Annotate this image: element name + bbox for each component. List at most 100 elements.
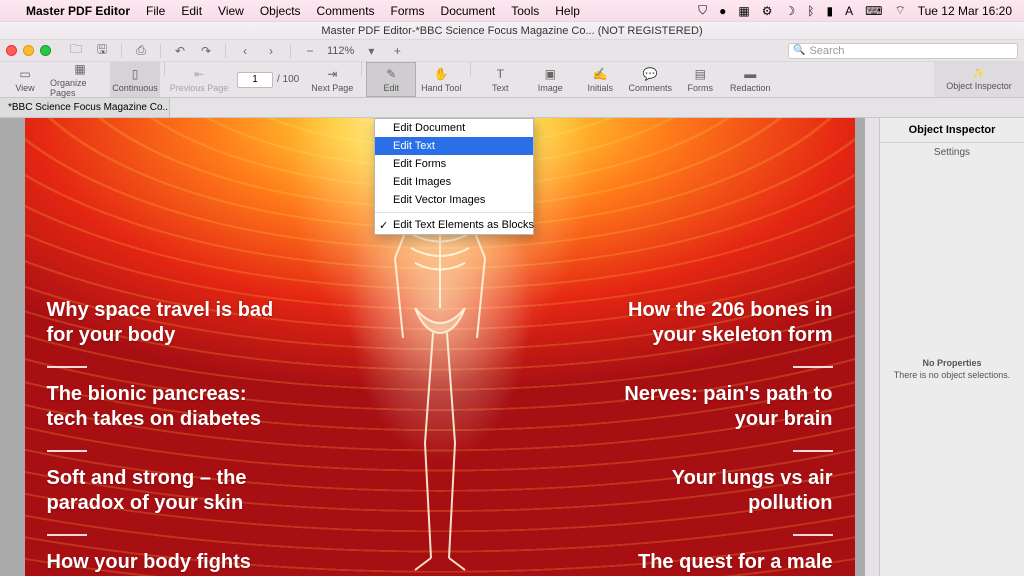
input-source-icon[interactable]: A <box>845 4 853 18</box>
zoom-out-icon[interactable]: − <box>299 42 321 60</box>
dropdown-item-edit-forms[interactable]: Edit Forms <box>375 155 533 173</box>
separator <box>160 44 161 58</box>
edit-dropdown-menu: Edit Document Edit Text Edit Forms Edit … <box>374 118 534 235</box>
prev-page-icon: ⇤ <box>194 67 204 81</box>
redaction-tool[interactable]: ▬Redaction <box>725 62 775 97</box>
redo-icon[interactable]: ↷ <box>195 42 217 60</box>
menu-file[interactable]: File <box>146 4 165 18</box>
edit-tool-dropdown[interactable]: ✎Edit <box>366 62 416 97</box>
divider <box>47 366 87 368</box>
page-total: / 100 <box>277 74 299 85</box>
image-tool[interactable]: ▣Image <box>525 62 575 97</box>
nav-forward-icon[interactable]: › <box>260 42 282 60</box>
menubar-clock[interactable]: Tue 12 Mar 16:20 <box>918 4 1012 18</box>
search-placeholder: Search <box>809 45 844 57</box>
mission-control-icon[interactable]: ▦ <box>738 4 749 18</box>
menu-comments[interactable]: Comments <box>317 4 375 18</box>
initials-icon: ✍ <box>593 67 608 81</box>
main-toolbar: ▭View ▦Organize Pages ▯Continuous ⇤Previ… <box>0 62 1024 98</box>
divider <box>47 534 87 536</box>
zoom-level[interactable]: 112% <box>327 45 354 57</box>
dropdown-item-edit-blocks-toggle[interactable]: ✓Edit Text Elements as Blocks <box>375 216 533 234</box>
comments-tool[interactable]: 💬Comments <box>625 62 675 97</box>
document-tab[interactable]: *BBC Science Focus Magazine Co... <box>0 98 170 117</box>
inspector-title: Object Inspector <box>880 118 1024 143</box>
app-name[interactable]: Master PDF Editor <box>26 4 130 18</box>
continuous-tool[interactable]: ▯Continuous <box>110 62 160 97</box>
separator <box>361 62 362 76</box>
divider <box>47 450 87 452</box>
menu-view[interactable]: View <box>218 4 244 18</box>
inspector-empty-line1: No Properties <box>922 358 981 368</box>
separator <box>470 62 471 76</box>
previous-page-tool[interactable]: ⇤Previous Page <box>169 62 229 97</box>
toggles-icon[interactable]: ⚙ <box>762 4 773 18</box>
record-icon[interactable]: ● <box>719 4 726 18</box>
battery-icon[interactable]: ▮ <box>826 4 833 18</box>
wand-icon: ✨ <box>973 68 984 79</box>
continuous-icon: ▯ <box>132 67 139 81</box>
check-icon: ✓ <box>379 219 388 232</box>
mac-menubar: Master PDF Editor File Edit View Objects… <box>0 0 1024 22</box>
search-input[interactable]: 🔍 Search <box>788 43 1018 59</box>
menu-forms[interactable]: Forms <box>391 4 425 18</box>
vertical-scrollbar[interactable] <box>865 118 879 576</box>
text-tool[interactable]: TText <box>475 62 525 97</box>
separator <box>121 44 122 58</box>
keyboard-icon[interactable]: ⌨ <box>865 4 882 18</box>
hand-tool[interactable]: ✋Hand Tool <box>416 62 466 97</box>
dropdown-item-edit-images[interactable]: Edit Images <box>375 173 533 191</box>
organize-pages-tool[interactable]: ▦Organize Pages <box>50 62 110 97</box>
minimize-window-button[interactable] <box>23 45 34 56</box>
separator <box>164 62 165 76</box>
quick-toolbar: 🗀 🖫 ⎙ ↶ ↷ ‹ › − 112% ▾ + 🔍 Search <box>0 40 1024 62</box>
moon-icon[interactable]: ☽ <box>785 4 796 18</box>
page-number-input[interactable] <box>237 72 273 88</box>
grid-icon: ▦ <box>74 62 85 76</box>
search-icon: 🔍 <box>793 45 805 56</box>
divider <box>793 534 833 536</box>
menu-objects[interactable]: Objects <box>260 4 301 18</box>
bluetooth-icon[interactable]: ᛒ <box>807 4 814 18</box>
window-title: Master PDF Editor-*BBC Science Focus Mag… <box>0 22 1024 40</box>
nav-back-icon[interactable]: ‹ <box>234 42 256 60</box>
view-tool[interactable]: ▭View <box>0 62 50 97</box>
comment-icon: 💬 <box>643 67 658 81</box>
dropdown-item-edit-vector-images[interactable]: Edit Vector Images <box>375 191 533 209</box>
headline: Why space travel is bad for your body <box>47 298 277 348</box>
menu-document[interactable]: Document <box>441 4 496 18</box>
dropdown-item-edit-document[interactable]: Edit Document <box>375 119 533 137</box>
headline: Your lungs vs air pollution <box>603 466 833 516</box>
close-window-button[interactable] <box>6 45 17 56</box>
page-indicator: / 100 <box>229 62 307 97</box>
next-page-tool[interactable]: ⇥Next Page <box>307 62 357 97</box>
document-canvas[interactable]: Why space travel is bad for your body Th… <box>0 118 879 576</box>
zoom-in-icon[interactable]: + <box>386 42 408 60</box>
redaction-icon: ▬ <box>744 67 756 81</box>
save-icon[interactable]: 🖫 <box>91 42 113 60</box>
menu-help[interactable]: Help <box>555 4 580 18</box>
next-page-icon: ⇥ <box>327 67 337 81</box>
print-icon[interactable]: ⎙ <box>130 42 152 60</box>
shield-icon[interactable]: ⛉ <box>698 3 707 18</box>
divider <box>793 366 833 368</box>
headline: How the 206 bones in your skeleton form <box>603 298 833 348</box>
text-icon: T <box>497 67 504 81</box>
headline: Nerves: pain's path to your brain <box>603 382 833 432</box>
menu-edit[interactable]: Edit <box>181 4 202 18</box>
object-inspector-button[interactable]: ✨Object Inspector <box>934 62 1024 97</box>
headline: The bionic pancreas: tech takes on diabe… <box>47 382 277 432</box>
zoom-dropdown-icon[interactable]: ▾ <box>360 42 382 60</box>
open-icon[interactable]: 🗀 <box>65 42 87 60</box>
undo-icon[interactable]: ↶ <box>169 42 191 60</box>
wifi-icon[interactable]: ⌔ <box>894 3 905 18</box>
dropdown-item-edit-text[interactable]: Edit Text <box>375 137 533 155</box>
maximize-window-button[interactable] <box>40 45 51 56</box>
menu-tools[interactable]: Tools <box>511 4 539 18</box>
forms-tool[interactable]: ▤Forms <box>675 62 725 97</box>
headline-left-group: Why space travel is bad for your body Th… <box>47 298 277 576</box>
separator <box>225 44 226 58</box>
headline-right-group: How the 206 bones in your skeleton form … <box>603 298 833 576</box>
initials-tool[interactable]: ✍Initials <box>575 62 625 97</box>
headline: The quest for a male contraceptive pill <box>603 550 833 576</box>
